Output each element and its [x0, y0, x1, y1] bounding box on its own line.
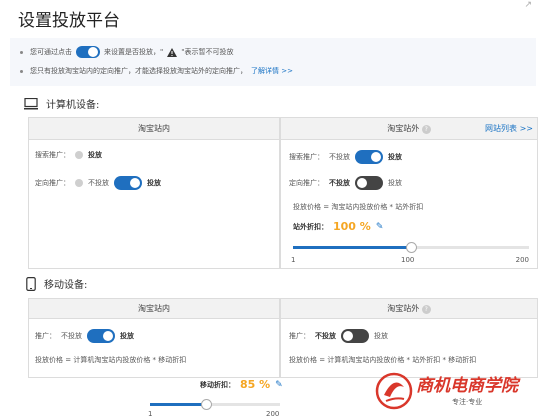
directed-on-label: 投放 [147, 179, 161, 187]
outside-discount-value: 100 % [333, 220, 371, 233]
outside-directed-on: 投放 [388, 179, 402, 187]
outside-discount-row: 站外折扣： 100 % ✎ [293, 220, 383, 233]
directed-off-label: 不投放 [88, 179, 109, 187]
computer-inside-panel: 淘宝站内 搜索推广： 投放 定向推广： 不投放 投放 [28, 117, 280, 269]
mobile-discount-slider[interactable] [150, 399, 280, 410]
bullet-icon [20, 69, 23, 73]
mobile-slider-mid-label: 200 [266, 410, 280, 418]
mobile-heading-label: 移动设备: [44, 280, 88, 291]
mobile-promo-label: 推广： [35, 332, 56, 340]
outside-directed-off: 不投放 [329, 179, 350, 187]
brand-tagline: 专注·专业 [452, 398, 483, 406]
slider-fill [150, 403, 206, 406]
mobile-outside-on: 投放 [374, 332, 388, 340]
outside-discount-slider[interactable] [293, 242, 529, 253]
mobile-outside-formula: 投放价格 = 计算机淘宝站内投放价格 * 站外折扣 * 移动折扣 [289, 356, 477, 364]
notice-text-1a: 您可通过点击 [30, 48, 72, 56]
mobile-inside-toggle[interactable] [87, 329, 115, 343]
mobile-outside-promo-label: 推广： [289, 332, 310, 340]
mobile-outside-off: 不投放 [315, 332, 336, 340]
warning-icon [167, 47, 178, 57]
mobile-discount-value: 85 % [240, 378, 271, 391]
learn-more-link[interactable]: 了解详情 >> [251, 66, 293, 76]
computer-outside-directed-row: 定向推广： 不投放 投放 [289, 176, 402, 190]
computer-outside-search-row: 搜索推广： 不投放 投放 [289, 150, 402, 164]
notice-box: 您可通过点击 来设置是否投放，" "表示暂不可投放 您只有投放淘宝站内的定向推广… [10, 38, 536, 86]
mobile-inside-panel: 淘宝站内 推广： 不投放 投放 投放价格 = 计算机淘宝站内投放价格 * 移动折… [28, 298, 280, 378]
search-promo-value: 投放 [88, 151, 102, 159]
computer-outside-panel: 淘宝站外 ? 网站列表 >> 搜索推广： 不投放 投放 定向推广： 不投放 投放… [280, 117, 538, 269]
slider-max-label: 200 [515, 256, 529, 264]
computer-heading-label: 计算机设备: [46, 100, 100, 111]
mobile-section-heading: 移动设备: [26, 276, 87, 291]
help-icon[interactable]: ? [421, 305, 431, 314]
outside-discount-label: 站外折扣： [293, 222, 328, 231]
mobile-outside-header: 淘宝站外 ? [281, 299, 537, 319]
notice-text-2: 您只有投放淘宝站内的定向推广，才能选择投放淘宝站外的定向推广， [30, 67, 247, 75]
slider-fill [293, 246, 411, 249]
notice-text-1b: 来设置是否投放，" [104, 48, 164, 56]
computer-outside-header: 淘宝站外 ? 网站列表 >> [281, 118, 537, 140]
example-toggle [76, 46, 100, 58]
computer-outside-title: 淘宝站外 [387, 124, 420, 133]
mobile-discount-label: 移动折扣： [200, 380, 235, 389]
mobile-outside-panel: 淘宝站外 ? 推广： 不投放 投放 投放价格 = 计算机淘宝站内投放价格 * 站… [280, 298, 538, 378]
edit-pencil-icon[interactable]: ✎ [376, 222, 384, 232]
outside-search-off: 不投放 [329, 153, 350, 161]
notice-text-1c: "表示暂不可投放 [181, 48, 234, 56]
brand-logo: 商机电商学院 专注·专业 [374, 369, 534, 413]
outside-directed-toggle[interactable] [355, 176, 383, 190]
slider-min-label: 1 [291, 256, 296, 264]
bullet-icon [20, 50, 23, 54]
mobile-promo-on: 投放 [120, 332, 134, 340]
notice-line-2: 您只有投放淘宝站内的定向推广，才能选择投放淘宝站外的定向推广， 了解详情 >> [20, 66, 293, 76]
mobile-inside-formula: 投放价格 = 计算机淘宝站内投放价格 * 移动折扣 [35, 356, 187, 364]
mobile-outside-title: 淘宝站外 [387, 304, 420, 313]
edit-pencil-icon[interactable]: ✎ [275, 380, 283, 390]
mobile-inside-promo-row: 推广： 不投放 投放 [35, 329, 134, 343]
notice-line-1: 您可通过点击 来设置是否投放，" "表示暂不可投放 [20, 46, 233, 58]
outside-formula: 投放价格 = 淘宝站内投放价格 * 站外折扣 [293, 203, 424, 211]
search-promo-radio[interactable] [75, 151, 83, 159]
brand-name: 商机电商学院 [416, 376, 518, 396]
directed-promo-radio[interactable] [75, 179, 83, 187]
slider-handle[interactable] [200, 399, 212, 410]
computer-inside-directed-row: 定向推广： 不投放 投放 [35, 176, 161, 190]
outside-search-on: 投放 [388, 153, 402, 161]
mobile-inside-title: 淘宝站内 [29, 299, 279, 319]
page-title: 设置投放平台 [18, 11, 120, 31]
search-promo-label: 搜索推广： [35, 151, 70, 159]
slider-handle[interactable] [406, 242, 417, 253]
outside-search-toggle[interactable] [355, 150, 383, 164]
directed-toggle[interactable] [114, 176, 142, 190]
mobile-discount-row: 移动折扣： 85 % ✎ [200, 378, 283, 391]
computer-section-heading: 计算机设备: [24, 96, 99, 111]
directed-promo-label: 定向推广： [35, 179, 70, 187]
mobile-phone-icon [26, 276, 36, 291]
help-icon[interactable]: ? [421, 125, 431, 134]
mobile-outside-toggle[interactable] [341, 329, 369, 343]
outside-search-label: 搜索推广： [289, 153, 324, 161]
mobile-slider-min-label: 1 [148, 410, 153, 418]
computer-inside-title: 淘宝站内 [29, 118, 279, 140]
site-list-link[interactable]: 网站列表 >> [485, 118, 533, 140]
mobile-promo-off: 不投放 [61, 332, 82, 340]
computer-inside-search-row: 搜索推广： 投放 [35, 150, 102, 160]
corner-mark: ↗ [524, 0, 532, 10]
computer-icon [24, 97, 38, 109]
slider-mid-label: 100 [401, 256, 415, 264]
mobile-outside-promo-row: 推广： 不投放 投放 [289, 329, 388, 343]
outside-directed-label: 定向推广： [289, 179, 324, 187]
